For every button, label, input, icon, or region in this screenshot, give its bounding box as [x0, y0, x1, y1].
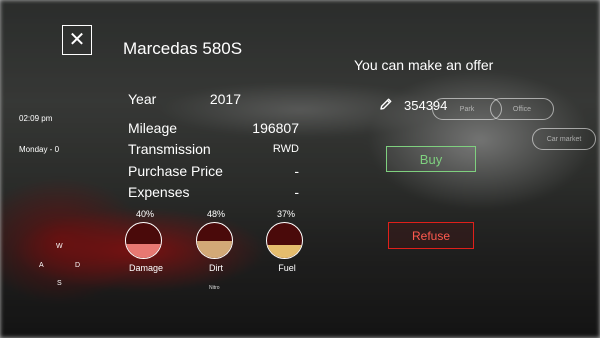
- dirt-gauge: [196, 222, 233, 259]
- bg-button-car-market[interactable]: Car market: [532, 128, 596, 150]
- compass-w: W: [56, 243, 63, 250]
- purchase-price-label: Purchase Price: [128, 163, 223, 179]
- close-icon: ✕: [68, 29, 86, 51]
- purchase-price-value: -: [294, 163, 299, 179]
- offer-amount[interactable]: 354394: [404, 98, 447, 113]
- fuel-gauge-fill: [267, 245, 302, 258]
- fuel-gauge: [266, 222, 303, 259]
- refuse-button[interactable]: Refuse: [388, 222, 474, 249]
- expenses-value: -: [294, 184, 299, 200]
- dirt-label: Dirt: [209, 263, 223, 273]
- close-button[interactable]: ✕: [62, 25, 92, 55]
- damage-gauge: [125, 222, 162, 259]
- compass-a: A: [39, 262, 44, 269]
- damage-label: Damage: [128, 263, 164, 273]
- transmission-value: RWD: [272, 143, 299, 155]
- dirt-percent: 48%: [206, 209, 225, 219]
- nitro-label: Nitro: [209, 285, 220, 291]
- damage-gauge-fill: [126, 244, 161, 258]
- mileage-value: 196807: [252, 120, 299, 136]
- car-title: Marcedas 580S: [123, 39, 243, 58]
- clock-time: 02:09 pm: [19, 114, 53, 123]
- compass-s: S: [57, 280, 62, 287]
- fuel-label: Fuel: [278, 263, 296, 273]
- mileage-label: Mileage: [128, 120, 178, 136]
- fuel-percent: 37%: [276, 209, 295, 219]
- compass-d: D: [75, 262, 81, 269]
- year-value: 2017: [209, 91, 241, 107]
- day-indicator: Monday - 0: [19, 145, 60, 154]
- offer-title: You can make an offer: [354, 57, 494, 73]
- bg-button-office[interactable]: Office: [490, 98, 554, 120]
- damage-percent: 40%: [135, 209, 154, 219]
- pencil-icon[interactable]: [379, 97, 393, 111]
- year-label: Year: [128, 91, 157, 107]
- dirt-gauge-fill: [197, 241, 232, 258]
- buy-button[interactable]: Buy: [386, 146, 476, 172]
- transmission-label: Transmission: [128, 141, 211, 157]
- expenses-label: Expenses: [128, 184, 190, 200]
